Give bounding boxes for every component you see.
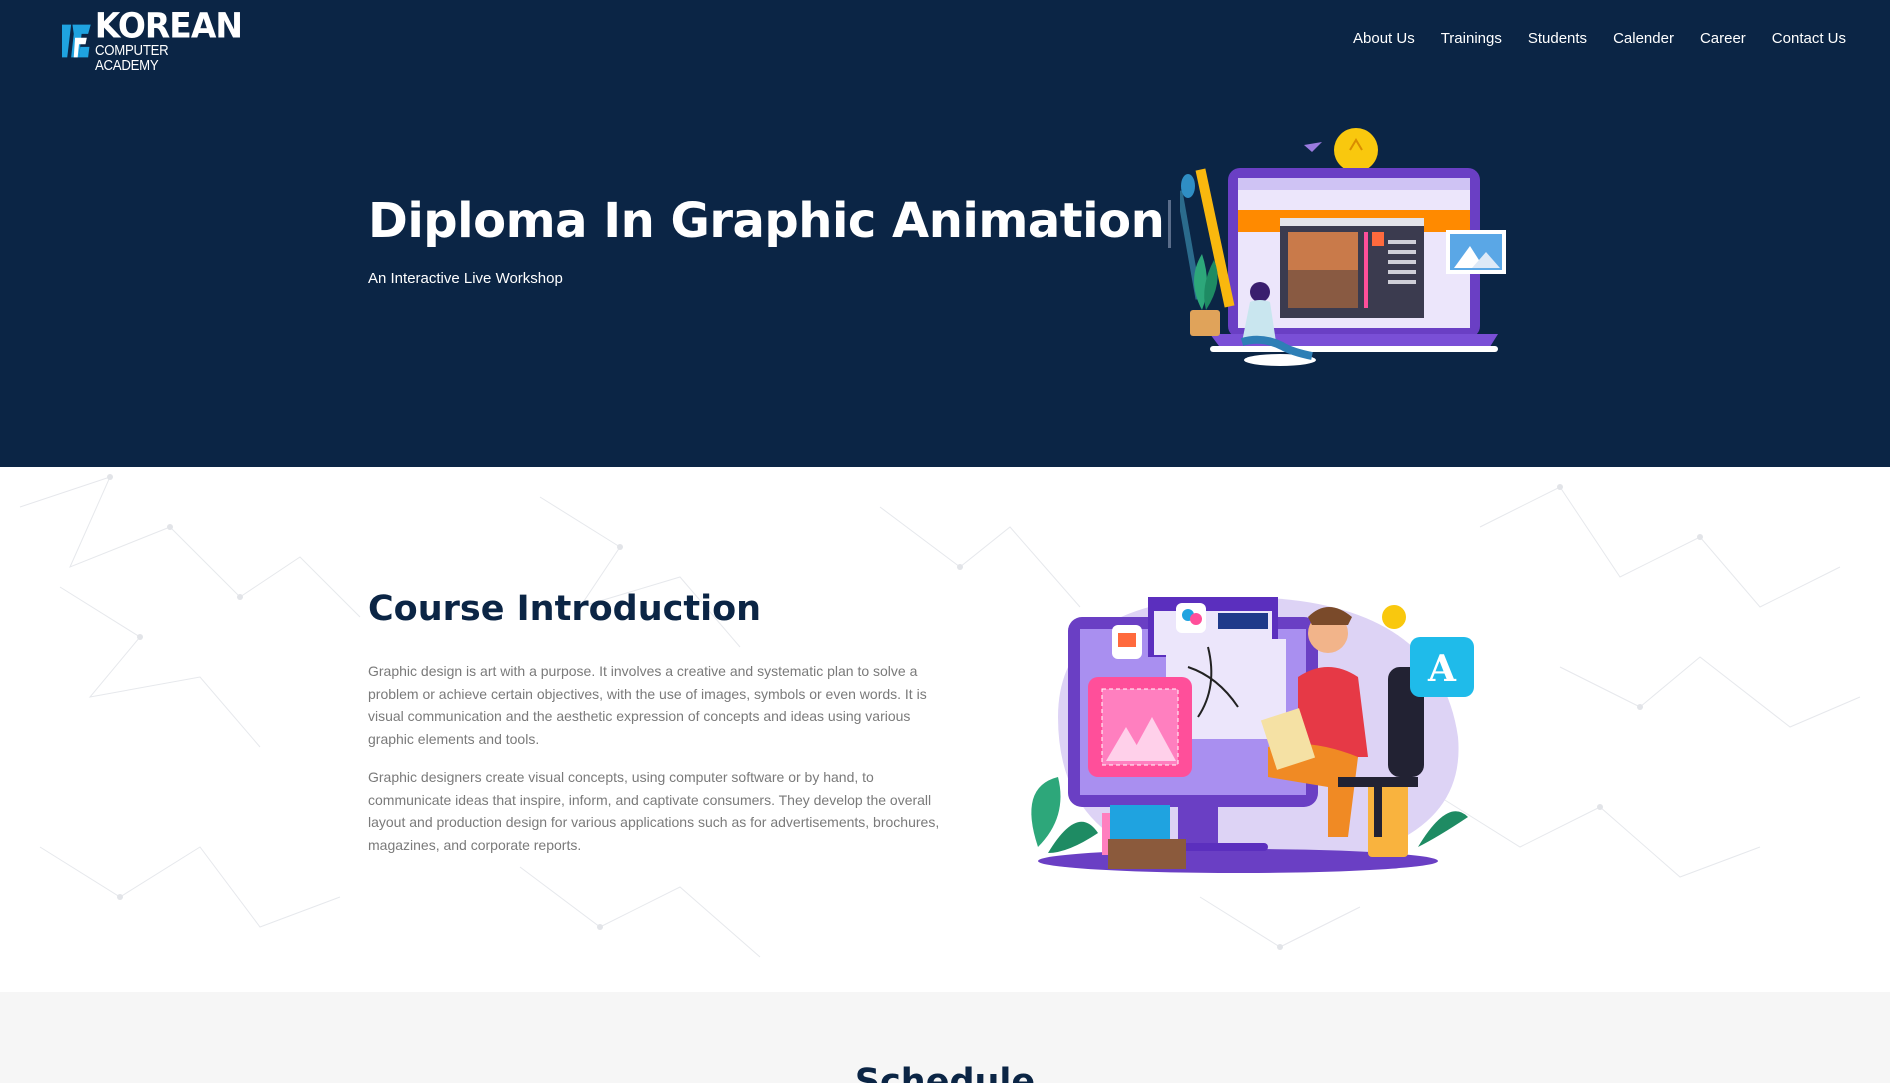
page-title: Diploma In Graphic Animation — [368, 193, 1172, 249]
nav-calender[interactable]: Calender — [1613, 30, 1674, 47]
course-intro-title: Course Introduction — [368, 589, 762, 629]
graphic-designer-illustration-icon: A — [1031, 597, 1474, 873]
course-intro-paragraph-2: Graphic designers create visual concepts… — [368, 769, 940, 853]
logo[interactable]: KOREAN COMPUTER ACADEMY — [62, 8, 243, 73]
schedule-section: Schedule — [0, 992, 1890, 1083]
nav-trainings[interactable]: Trainings — [1441, 30, 1502, 47]
logo-mark-icon — [62, 24, 91, 58]
nav-career[interactable]: Career — [1700, 30, 1746, 47]
designer-laptop-illustration-icon — [1180, 128, 1506, 366]
hero-section: KOREAN COMPUTER ACADEMY About Us Trainin… — [0, 0, 1890, 467]
nav-contact-us[interactable]: Contact Us — [1772, 30, 1846, 47]
course-intro-section: Course Introduction Graphic design is ar… — [0, 467, 1890, 992]
nav-students[interactable]: Students — [1528, 30, 1587, 47]
logo-title: KOREAN — [94, 5, 243, 46]
main-nav: About Us Trainings Students Calender Car… — [1327, 30, 1846, 47]
schedule-title: Schedule — [854, 1062, 1036, 1083]
typing-cursor — [1168, 200, 1172, 248]
course-intro-paragraph-1: Graphic design is art with a purpose. It… — [368, 663, 927, 747]
page-subtitle: An Interactive Live Workshop — [368, 270, 563, 287]
page-title-text: Diploma In Graphic Animation — [368, 193, 1165, 249]
nav-about-us[interactable]: About Us — [1353, 30, 1415, 47]
svg-text:A: A — [1427, 648, 1457, 690]
logo-subtitle: COMPUTER ACADEMY — [94, 42, 169, 74]
